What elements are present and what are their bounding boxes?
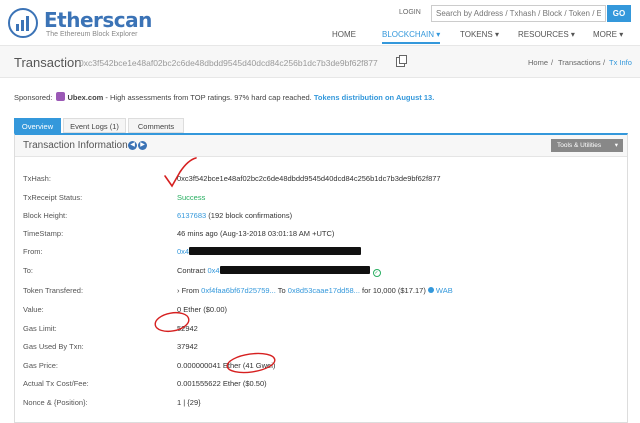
page-title-bar: Transaction 0xc3f542bce1e48af02bc2c6de48… (0, 46, 640, 78)
from-address-link[interactable]: 0x4 (177, 247, 189, 256)
tab-event-logs[interactable]: Event Logs (1) (63, 118, 126, 133)
breadcrumb-separator: / (603, 58, 606, 67)
contract-prefix: Contract (177, 266, 208, 275)
label-timestamp: TimeStamp: (23, 229, 64, 238)
value-block: 6137683 (192 block confirmations) (177, 211, 292, 220)
go-button[interactable]: GO (607, 5, 631, 22)
label-nonce: Nonce & {Position}: (23, 398, 88, 407)
sponsored-label: Sponsored: (14, 93, 53, 102)
sponsor-text: - High assessments from TOP ratings. 97%… (103, 93, 314, 102)
label-gasprice: Gas Price: (23, 361, 59, 370)
value-value: 0 Ether ($0.00) (177, 305, 228, 314)
wab-token-icon (427, 287, 434, 293)
nav-more-label: MORE (593, 30, 617, 39)
search-input[interactable] (431, 5, 606, 22)
nav-resources[interactable]: RESOURCES ▾ (518, 28, 575, 44)
caret-down-icon: ▾ (614, 142, 618, 149)
label-gaslimit: Gas Limit: (23, 324, 57, 333)
sponsored-banner: Sponsored: Ubex.com - High assessments f… (14, 92, 434, 102)
label-to: To: (23, 266, 34, 275)
block-link[interactable]: 6137683 (177, 211, 206, 220)
transaction-panel: Transaction Information ◀ ▶ Tools & Util… (14, 133, 628, 423)
token-amount: for 10,000 ($17.17) (359, 286, 428, 295)
nav-tokens[interactable]: TOKENS ▾ (460, 28, 499, 44)
next-arrow-icon[interactable]: ▶ (138, 141, 147, 150)
block-confirmations: (192 block confirmations) (206, 211, 293, 220)
logo-subtitle: The Ethereum Block Explorer (46, 31, 138, 38)
nav-tokens-label: TOKENS (460, 30, 493, 39)
redaction-scribble (189, 247, 362, 255)
breadcrumb-home[interactable]: Home (528, 58, 548, 67)
value-gaslimit: 52942 (177, 324, 198, 333)
page-tx-hash: 0xc3f542bce1e48af02bc2c6de48dbdd9545d40d… (79, 58, 378, 68)
chevron-down-icon: ▾ (494, 30, 499, 39)
label-value: Value: (23, 305, 44, 314)
label-txhash: TxHash: (23, 174, 51, 183)
chevron-down-icon: ▾ (619, 30, 624, 39)
breadcrumb-separator: / (551, 58, 554, 67)
sponsor-brand[interactable]: Ubex.com (67, 93, 103, 102)
label-cost: Actual Tx Cost/Fee: (23, 379, 89, 388)
page-title: Transaction (14, 55, 82, 70)
verified-check-icon: ✓ (372, 269, 381, 277)
panel-title: Transaction Information (23, 140, 128, 151)
logo-title: Etherscan (44, 8, 152, 32)
value-timestamp: 46 mins ago (Aug-13-2018 03:01:18 AM +UT… (177, 229, 334, 238)
nav-resources-label: RESOURCES (518, 30, 569, 39)
value-gasprice: 0.000000041 Ether (41 Gwei) (177, 361, 276, 370)
value-nonce: 1 | {29} (177, 398, 201, 407)
tab-comments[interactable]: Comments (128, 118, 184, 133)
prev-arrow-icon[interactable]: ◀ (128, 141, 137, 150)
chevron-down-icon: ▾ (570, 30, 575, 39)
panel-header: Transaction Information ◀ ▶ Tools & Util… (15, 135, 627, 157)
value-txhash: 0xc3f542bce1e48af02bc2c6de48dbdd9545d40d… (177, 174, 441, 183)
value-to: Contract 0x4 ✓ (177, 266, 381, 277)
value-status: Success (177, 193, 206, 202)
etherscan-logo[interactable]: Etherscan The Ethereum Block Explorer (8, 4, 152, 42)
to-address-link[interactable]: 0x4 (207, 266, 219, 275)
chevron-down-icon: ▾ (436, 30, 441, 39)
token-name-link[interactable]: WAB (436, 286, 453, 295)
label-token: Token Transfered: (23, 286, 84, 295)
token-to-label: To (275, 286, 288, 295)
token-from-link[interactable]: 0xf4faa6bf67d25759... (201, 286, 276, 295)
token-to-link[interactable]: 0x8d53caae17dd58... (288, 286, 360, 295)
label-gasused: Gas Used By Txn: (23, 342, 84, 351)
breadcrumb-txinfo: Tx Info (609, 58, 632, 67)
nav-blockchain-label: BLOCKCHAIN (382, 30, 435, 39)
tools-label: Tools & Utilities (557, 142, 602, 149)
breadcrumb-transactions[interactable]: Transactions (558, 58, 601, 67)
label-status: TxReceipt Status: (23, 193, 83, 202)
label-block: Block Height: (23, 211, 68, 220)
token-from-label: › From (177, 286, 202, 295)
nav-more[interactable]: MORE ▾ (593, 28, 623, 44)
ubex-logo-icon (56, 92, 66, 101)
sponsor-link[interactable]: Tokens distribution on August 13. (314, 93, 434, 102)
label-from: From: (23, 247, 43, 256)
nav-home[interactable]: HOME (332, 28, 356, 44)
tools-utilities-button[interactable]: Tools & Utilities ▾ (551, 139, 623, 152)
value-token: › From 0xf4faa6bf67d25759... To 0x8d53ca… (177, 286, 453, 295)
redaction-scribble (219, 266, 370, 274)
top-header: Etherscan The Ethereum Block Explorer LO… (0, 0, 640, 46)
value-gasused: 37942 (177, 342, 198, 351)
tab-overview[interactable]: Overview (14, 118, 61, 133)
login-link[interactable]: LOGIN (399, 9, 421, 16)
copy-icon[interactable] (396, 55, 407, 67)
timestamp-text: 46 mins ago (Aug-13-2018 03:01:18 AM +UT… (177, 229, 335, 238)
value-cost: 0.001555622 Ether ($0.50) (177, 379, 267, 388)
value-from: 0x4 (177, 247, 362, 256)
nav-blockchain[interactable]: BLOCKCHAIN ▾ (382, 28, 441, 44)
etherscan-logo-icon (8, 8, 38, 38)
